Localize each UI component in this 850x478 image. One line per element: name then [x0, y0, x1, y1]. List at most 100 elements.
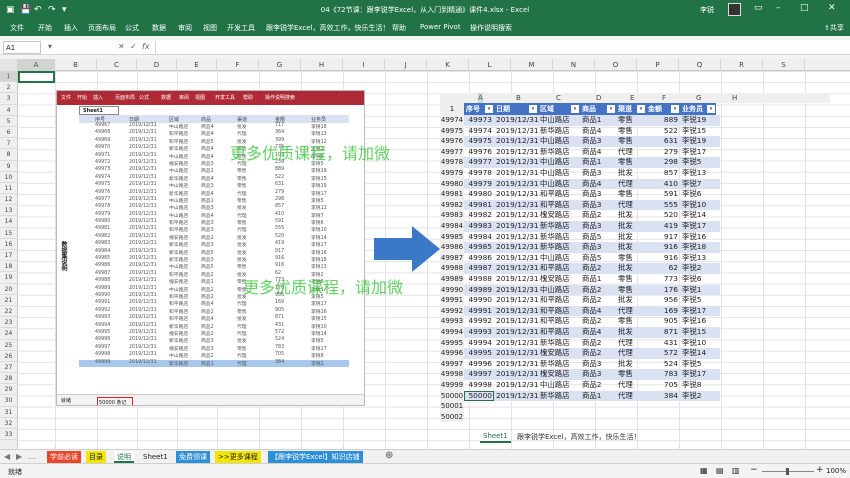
table-row[interactable]: 49993 49992 2019/12/31 和平路店 商品2 零售 905 李锐16 [440, 316, 720, 327]
table-cell[interactable]: 49984 [464, 232, 494, 243]
table-cell[interactable]: 商品4 [580, 179, 616, 190]
table-cell[interactable]: 49977 [464, 157, 494, 168]
tab-scroll-left-icon[interactable]: ◀ [4, 452, 10, 461]
table-row[interactable]: 49982 49981 2019/12/31 和平路店 商品3 代理 555 李锐10 [440, 199, 720, 211]
table-cell[interactable]: 2019/12/31 [494, 189, 539, 200]
table-cell[interactable]: 916 [646, 253, 680, 264]
table-cell[interactable]: 李锐14 [680, 348, 716, 359]
table-cell[interactable]: 李锐13 [680, 168, 716, 179]
table-cell[interactable]: 705 [646, 380, 680, 391]
table-row-number[interactable]: 49994 [440, 327, 464, 338]
table-cell[interactable]: 2019/12/31 [494, 380, 539, 391]
table-row-number[interactable]: 49996 [440, 348, 464, 359]
column-header-cell[interactable]: J [385, 59, 427, 71]
table-row[interactable]: 49994 49993 2019/12/31 和平路店 商品4 批发 871 李锐15 [440, 327, 720, 338]
row-header-cell[interactable]: 14 [0, 216, 17, 228]
row-header-cell[interactable]: 17 [0, 250, 17, 262]
table-cell[interactable]: 2019/12/31 [494, 306, 539, 317]
row-header-cell[interactable]: 25 [0, 340, 17, 351]
table-cell[interactable]: 商品3 [580, 359, 616, 370]
table-cell[interactable]: 555 [646, 200, 680, 211]
filter-dropdown-icon[interactable]: ▾ [571, 105, 579, 113]
table-cell[interactable]: 49987 [464, 263, 494, 274]
table-row[interactable]: 49981 49980 2019/12/31 和平路店 商品3 零售 591 李锐6 [440, 189, 720, 200]
table-cell[interactable]: 李锐17 [680, 221, 716, 232]
table-cell[interactable]: 2019/12/31 [494, 327, 539, 338]
filter-dropdown-icon[interactable]: ▾ [485, 105, 493, 113]
table-cell[interactable]: 批发 [616, 168, 646, 179]
table-cell[interactable]: 和平路店 [538, 327, 580, 338]
table-row-number[interactable]: 49974 [440, 115, 464, 126]
table-cell[interactable]: 零售 [616, 316, 646, 327]
table-row[interactable]: 49989 49988 2019/12/31 槐安路店 商品1 零售 773 李锐6 [440, 274, 720, 285]
table-cell[interactable]: 384 [646, 391, 680, 402]
table-cell[interactable]: 中山路店 [538, 179, 580, 190]
zoom-in-icon[interactable]: + [816, 465, 824, 475]
table-row-number[interactable]: 50000 [440, 390, 464, 402]
table-cell[interactable]: 62 [646, 263, 680, 274]
table-column-letter[interactable]: B [516, 93, 521, 103]
table-cell[interactable]: 和平路店 [538, 316, 580, 327]
column-header-cell[interactable]: H [301, 59, 343, 71]
row-header-cell[interactable]: 19 [0, 272, 17, 284]
menu-item[interactable]: 跟李锐学Excel，高效工作，快乐生活！ [266, 23, 390, 33]
table-row[interactable]: 49987 49986 2019/12/31 中山路店 商品5 零售 916 李锐13 [440, 252, 720, 264]
table-column-letter[interactable]: C [556, 93, 561, 103]
menu-item[interactable]: 操作说明搜索 [470, 23, 512, 33]
table-cell[interactable]: 李锐17 [680, 369, 716, 380]
menu-item[interactable]: Power Pivot [420, 23, 461, 31]
row-header-cell[interactable]: 13 [0, 205, 17, 217]
table-sheet-tab[interactable]: Sheet1 [480, 431, 511, 443]
column-header-cell[interactable]: A [18, 59, 55, 71]
table-row[interactable]: 49992 49991 2019/12/31 和平路店 商品4 代理 169 李锐17 [440, 305, 720, 317]
row-header-cell[interactable]: 18 [0, 261, 17, 273]
column-header-cell[interactable]: C [97, 59, 137, 71]
formula-input[interactable] [155, 41, 848, 54]
row-header-cell[interactable]: 24 [0, 328, 17, 340]
table-cell[interactable]: 商品4 [580, 126, 616, 137]
table-cell[interactable]: 49981 [464, 200, 494, 211]
name-box[interactable]: A1 [3, 41, 41, 54]
table-cell[interactable]: 49985 [464, 242, 494, 253]
column-header-cell[interactable]: M [511, 59, 553, 71]
column-header-cell[interactable]: E [177, 59, 217, 71]
menu-item[interactable]: 开始 [38, 23, 52, 33]
row-header-cell[interactable]: 15 [0, 228, 17, 239]
table-row[interactable]: 50000 50000 2019/12/31 新华路店 商品1 代理 384 李锐2 [440, 390, 720, 402]
table-cell[interactable]: 2019/12/31 [494, 359, 539, 370]
filter-dropdown-icon[interactable]: ▾ [707, 105, 715, 113]
menu-item[interactable]: 视图 [203, 23, 217, 33]
table-cell[interactable]: 零售 [616, 115, 646, 126]
table-row-number[interactable]: 49985 [440, 231, 464, 243]
table-row[interactable]: 49995 49994 2019/12/31 新华路店 商品2 代理 431 李锐10 [440, 337, 720, 349]
table-cell[interactable]: 522 [646, 126, 680, 137]
table-row[interactable]: 49976 49975 2019/12/31 中山路店 商品3 零售 631 李锐19 [440, 136, 720, 147]
table-cell[interactable]: 新华路店 [538, 147, 580, 158]
table-cell[interactable]: 2019/12/31 [494, 200, 539, 211]
table-row-number[interactable]: 49979 [440, 168, 464, 179]
row-header-cell[interactable]: 6 [0, 127, 17, 139]
table-cell[interactable]: 槐安路店 [538, 274, 580, 285]
table-cell[interactable]: 631 [646, 136, 680, 147]
table-cell[interactable]: 商品1 [580, 274, 616, 285]
table-cell[interactable]: 商品2 [580, 380, 616, 391]
table-cell[interactable]: 49996 [464, 359, 494, 370]
table-cell[interactable]: 零售 [616, 126, 646, 137]
table-cell[interactable]: 49990 [464, 295, 494, 306]
menu-item[interactable]: 帮助 [392, 23, 406, 33]
table-header-5[interactable]: 金额 ▾ [646, 103, 680, 115]
table-cell[interactable]: 李锐13 [680, 253, 716, 264]
close-icon[interactable]: ✕ [828, 3, 836, 13]
sheet-tab[interactable]: 学前必读 [47, 451, 81, 463]
sheet-tab[interactable]: 免费领课 [176, 451, 210, 463]
filter-dropdown-icon[interactable]: ▾ [607, 105, 615, 113]
table-cell[interactable]: 李锐19 [680, 136, 716, 147]
table-cell[interactable]: 49995 [464, 348, 494, 359]
table-cell[interactable]: 2019/12/31 [494, 338, 539, 349]
row-header-cell[interactable]: 28 [0, 373, 17, 385]
table-cell[interactable]: 49994 [464, 338, 494, 349]
table-cell[interactable]: 李锐14 [680, 210, 716, 221]
column-header-cell[interactable]: P [637, 59, 679, 71]
table-cell[interactable]: 代理 [616, 338, 646, 349]
table-cell[interactable]: 49992 [464, 316, 494, 327]
